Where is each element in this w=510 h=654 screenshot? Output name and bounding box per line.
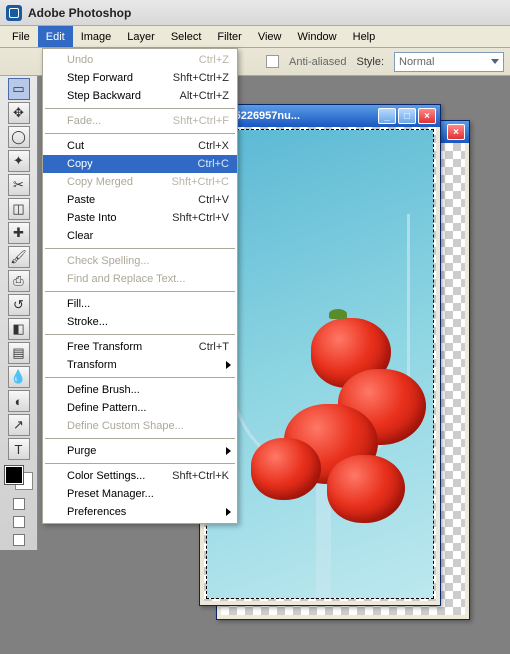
- menuitem-define-brush-[interactable]: Define Brush...: [43, 381, 237, 399]
- imageready-button[interactable]: [13, 534, 25, 546]
- minimize-icon[interactable]: _: [378, 108, 396, 124]
- lasso-tool[interactable]: ◯: [8, 126, 30, 148]
- menuitem-define-custom-shape-: Define Custom Shape...: [43, 417, 237, 435]
- style-label: Style:: [356, 56, 384, 68]
- history-tool[interactable]: ↺: [8, 294, 30, 316]
- menuitem-preset-manager-[interactable]: Preset Manager...: [43, 485, 237, 503]
- menuitem-free-transform[interactable]: Free TransformCtrl+T: [43, 338, 237, 356]
- menuitem-purge[interactable]: Purge: [43, 442, 237, 460]
- brush-tool[interactable]: 🖌: [8, 246, 30, 268]
- foreground-color[interactable]: [5, 466, 23, 484]
- close-icon[interactable]: ×: [418, 108, 436, 124]
- menu-window[interactable]: Window: [290, 26, 345, 47]
- menu-image[interactable]: Image: [73, 26, 120, 47]
- screen-mode-button[interactable]: [13, 516, 25, 528]
- menu-separator: [45, 438, 235, 439]
- menuitem-find-and-replace-text-: Find and Replace Text...: [43, 270, 237, 288]
- menuitem-copy[interactable]: CopyCtrl+C: [43, 155, 237, 173]
- wand-tool[interactable]: ✦: [8, 150, 30, 172]
- menuitem-define-pattern-[interactable]: Define Pattern...: [43, 399, 237, 417]
- menuitem-preferences[interactable]: Preferences: [43, 503, 237, 521]
- crop-tool[interactable]: ✂: [8, 174, 30, 196]
- move-tool[interactable]: ✥: [8, 102, 30, 124]
- menu-view[interactable]: View: [250, 26, 290, 47]
- eraser-tool[interactable]: ◧: [8, 318, 30, 340]
- menu-separator: [45, 334, 235, 335]
- heal-tool[interactable]: ✚: [8, 222, 30, 244]
- blur-tool[interactable]: 💧: [8, 366, 30, 388]
- submenu-arrow-icon: [226, 447, 231, 455]
- canvas[interactable]: [204, 127, 436, 601]
- menu-separator: [45, 377, 235, 378]
- quick-mask-button[interactable]: [13, 498, 25, 510]
- submenu-arrow-icon: [226, 508, 231, 516]
- menuitem-color-settings-[interactable]: Color Settings...Shft+Ctrl+K: [43, 467, 237, 485]
- menuitem-fade-: Fade...Shft+Ctrl+F: [43, 112, 237, 130]
- menuitem-paste-into[interactable]: Paste IntoShft+Ctrl+V: [43, 209, 237, 227]
- title-bar: Adobe Photoshop: [0, 0, 510, 26]
- anti-aliased-label: Anti-aliased: [289, 56, 346, 68]
- style-value: Normal: [399, 56, 434, 68]
- menuitem-fill-[interactable]: Fill...: [43, 295, 237, 313]
- menu-separator: [45, 133, 235, 134]
- app-logo-icon: [6, 5, 22, 21]
- color-swatch[interactable]: [5, 466, 33, 490]
- menuitem-undo: UndoCtrl+Z: [43, 51, 237, 69]
- menuitem-copy-merged: Copy MergedShft+Ctrl+C: [43, 173, 237, 191]
- type-tool[interactable]: T: [8, 438, 30, 460]
- path-tool[interactable]: ↗: [8, 414, 30, 436]
- marquee-tool[interactable]: ▭: [8, 78, 30, 100]
- close-icon[interactable]: ×: [447, 124, 465, 140]
- menuitem-step-forward[interactable]: Step ForwardShft+Ctrl+Z: [43, 69, 237, 87]
- menuitem-stroke-[interactable]: Stroke...: [43, 313, 237, 331]
- menuitem-paste[interactable]: PasteCtrl+V: [43, 191, 237, 209]
- dodge-tool[interactable]: ◐: [8, 390, 30, 412]
- selection-marquee: [206, 129, 434, 599]
- menuitem-transform[interactable]: Transform: [43, 356, 237, 374]
- slice-tool[interactable]: ◫: [8, 198, 30, 220]
- menu-edit[interactable]: Edit: [38, 26, 73, 47]
- menu-separator: [45, 291, 235, 292]
- edit-menu-dropdown: UndoCtrl+ZStep ForwardShft+Ctrl+ZStep Ba…: [42, 48, 238, 524]
- menu-file[interactable]: File: [4, 26, 38, 47]
- menuitem-step-backward[interactable]: Step BackwardAlt+Ctrl+Z: [43, 87, 237, 105]
- menu-bar: FileEditImageLayerSelectFilterViewWindow…: [0, 26, 510, 48]
- menuitem-clear[interactable]: Clear: [43, 227, 237, 245]
- submenu-arrow-icon: [226, 361, 231, 369]
- menu-filter[interactable]: Filter: [209, 26, 249, 47]
- menuitem-cut[interactable]: CutCtrl+X: [43, 137, 237, 155]
- menu-select[interactable]: Select: [163, 26, 210, 47]
- stamp-tool[interactable]: ⎙: [8, 270, 30, 292]
- menuitem-check-spelling-: Check Spelling...: [43, 252, 237, 270]
- style-dropdown[interactable]: Normal: [394, 52, 504, 72]
- chevron-down-icon: [491, 59, 499, 64]
- menu-separator: [45, 463, 235, 464]
- anti-aliased-checkbox[interactable]: [266, 55, 279, 68]
- menu-separator: [45, 248, 235, 249]
- menu-layer[interactable]: Layer: [119, 26, 163, 47]
- toolbox: ▭✥◯✦✂◫✚🖌⎙↺◧▤💧◐↗T: [0, 76, 38, 550]
- menu-separator: [45, 108, 235, 109]
- app-title: Adobe Photoshop: [28, 6, 131, 20]
- maximize-icon[interactable]: □: [398, 108, 416, 124]
- gradient-tool[interactable]: ▤: [8, 342, 30, 364]
- menu-help[interactable]: Help: [345, 26, 384, 47]
